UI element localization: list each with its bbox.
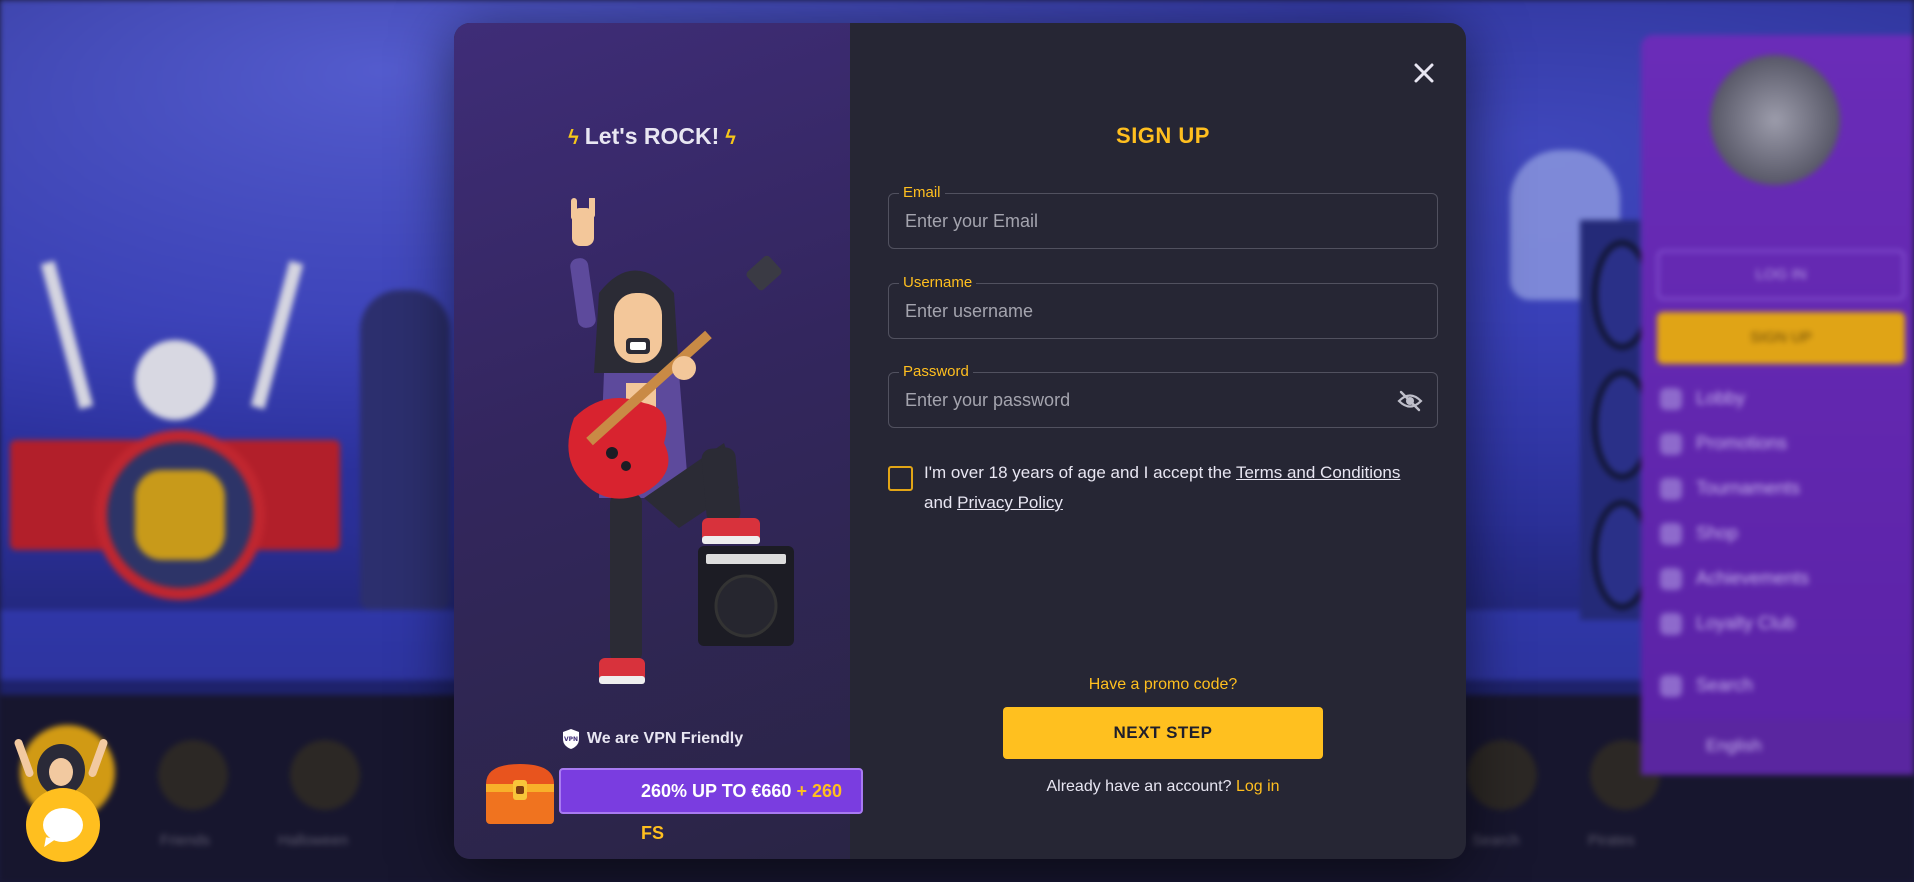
bottom-tile-label: Search [1472,832,1520,849]
lobby-icon [1660,388,1682,411]
search-icon [1660,675,1682,698]
bottom-tile-label: Pirates [1588,832,1635,849]
username-input[interactable] [889,284,1437,338]
password-field[interactable]: Password [888,363,1438,428]
tournaments-icon [1660,478,1682,501]
terms-text: I'm over 18 years of age and I accept th… [924,463,1401,512]
password-input[interactable] [889,373,1437,427]
treasure-chest-icon [486,764,554,824]
age-terms-checkbox[interactable] [888,466,913,491]
terms-link[interactable]: Terms and Conditions [1236,463,1400,482]
sidebar-item-tournaments[interactable]: Tournaments [1660,478,1800,501]
lightning-icon: ϟ [725,127,736,149]
rocker-illustration [568,198,794,684]
next-step-button[interactable]: NEXT STEP [1003,707,1323,759]
achievements-icon [1660,568,1682,591]
signup-modal: ϟ Let's ROCK! ϟ VPN We are VPN Friendly … [454,23,1466,859]
welcome-bonus-banner[interactable]: 260% UP TO €660 + 260 FS [559,768,863,843]
privacy-link[interactable]: Privacy Policy [957,493,1063,512]
vpn-friendly-note: VPN We are VPN Friendly [454,728,850,750]
email-field[interactable]: Email [888,184,1438,249]
mascot-icon [14,738,108,795]
sidebar-item-shop[interactable]: Shop [1660,523,1738,546]
sidebar-item-lobby[interactable]: Lobby [1660,388,1745,411]
promo-code-link[interactable]: Have a promo code? [888,676,1438,694]
language-selector[interactable]: English [1641,720,1914,775]
sidebar-item-achievements[interactable]: Achievements [1660,568,1809,591]
sidebar-signup-button[interactable]: SIGN UP [1657,312,1905,364]
bottom-tile[interactable] [290,740,360,810]
loyalty-icon [1660,613,1682,636]
email-input[interactable] [889,194,1437,248]
promo-headline: ϟ Let's ROCK! ϟ [568,123,736,149]
login-link[interactable]: Log in [1236,778,1280,795]
bottom-tile-label: Halloween [278,832,349,849]
sidebar-item-loyalty-club[interactable]: Loyalty Club [1660,613,1795,636]
promotions-icon [1660,433,1682,456]
form-title: SIGN UP [1116,123,1210,148]
shop-icon [1660,523,1682,546]
skeleton-drummer [135,340,215,420]
svg-text:VPN: VPN [564,736,578,743]
bottom-tile[interactable] [158,740,228,810]
zombie-bassist [360,290,450,610]
username-field[interactable]: Username [888,274,1438,339]
sidebar-item-search[interactable]: Search [1660,675,1753,698]
chat-button[interactable] [26,788,100,862]
lightning-icon: ϟ [568,127,579,149]
promo-panel: ϟ Let's ROCK! ϟ VPN We are VPN Friendly … [454,23,863,859]
sidebar-login-button[interactable]: LOG IN [1657,250,1905,300]
sidebar-item-promotions[interactable]: Promotions [1660,433,1787,456]
hide-password-icon[interactable] [1397,389,1423,413]
shield-icon: VPN [562,729,579,749]
login-prompt: Already have an account? Log in [1046,778,1280,795]
bottom-tile[interactable] [1467,740,1537,810]
chat-icon [43,808,83,842]
close-icon[interactable] [1406,55,1442,91]
avatar [1710,55,1840,185]
bottom-tile-label: Friends [160,832,211,849]
